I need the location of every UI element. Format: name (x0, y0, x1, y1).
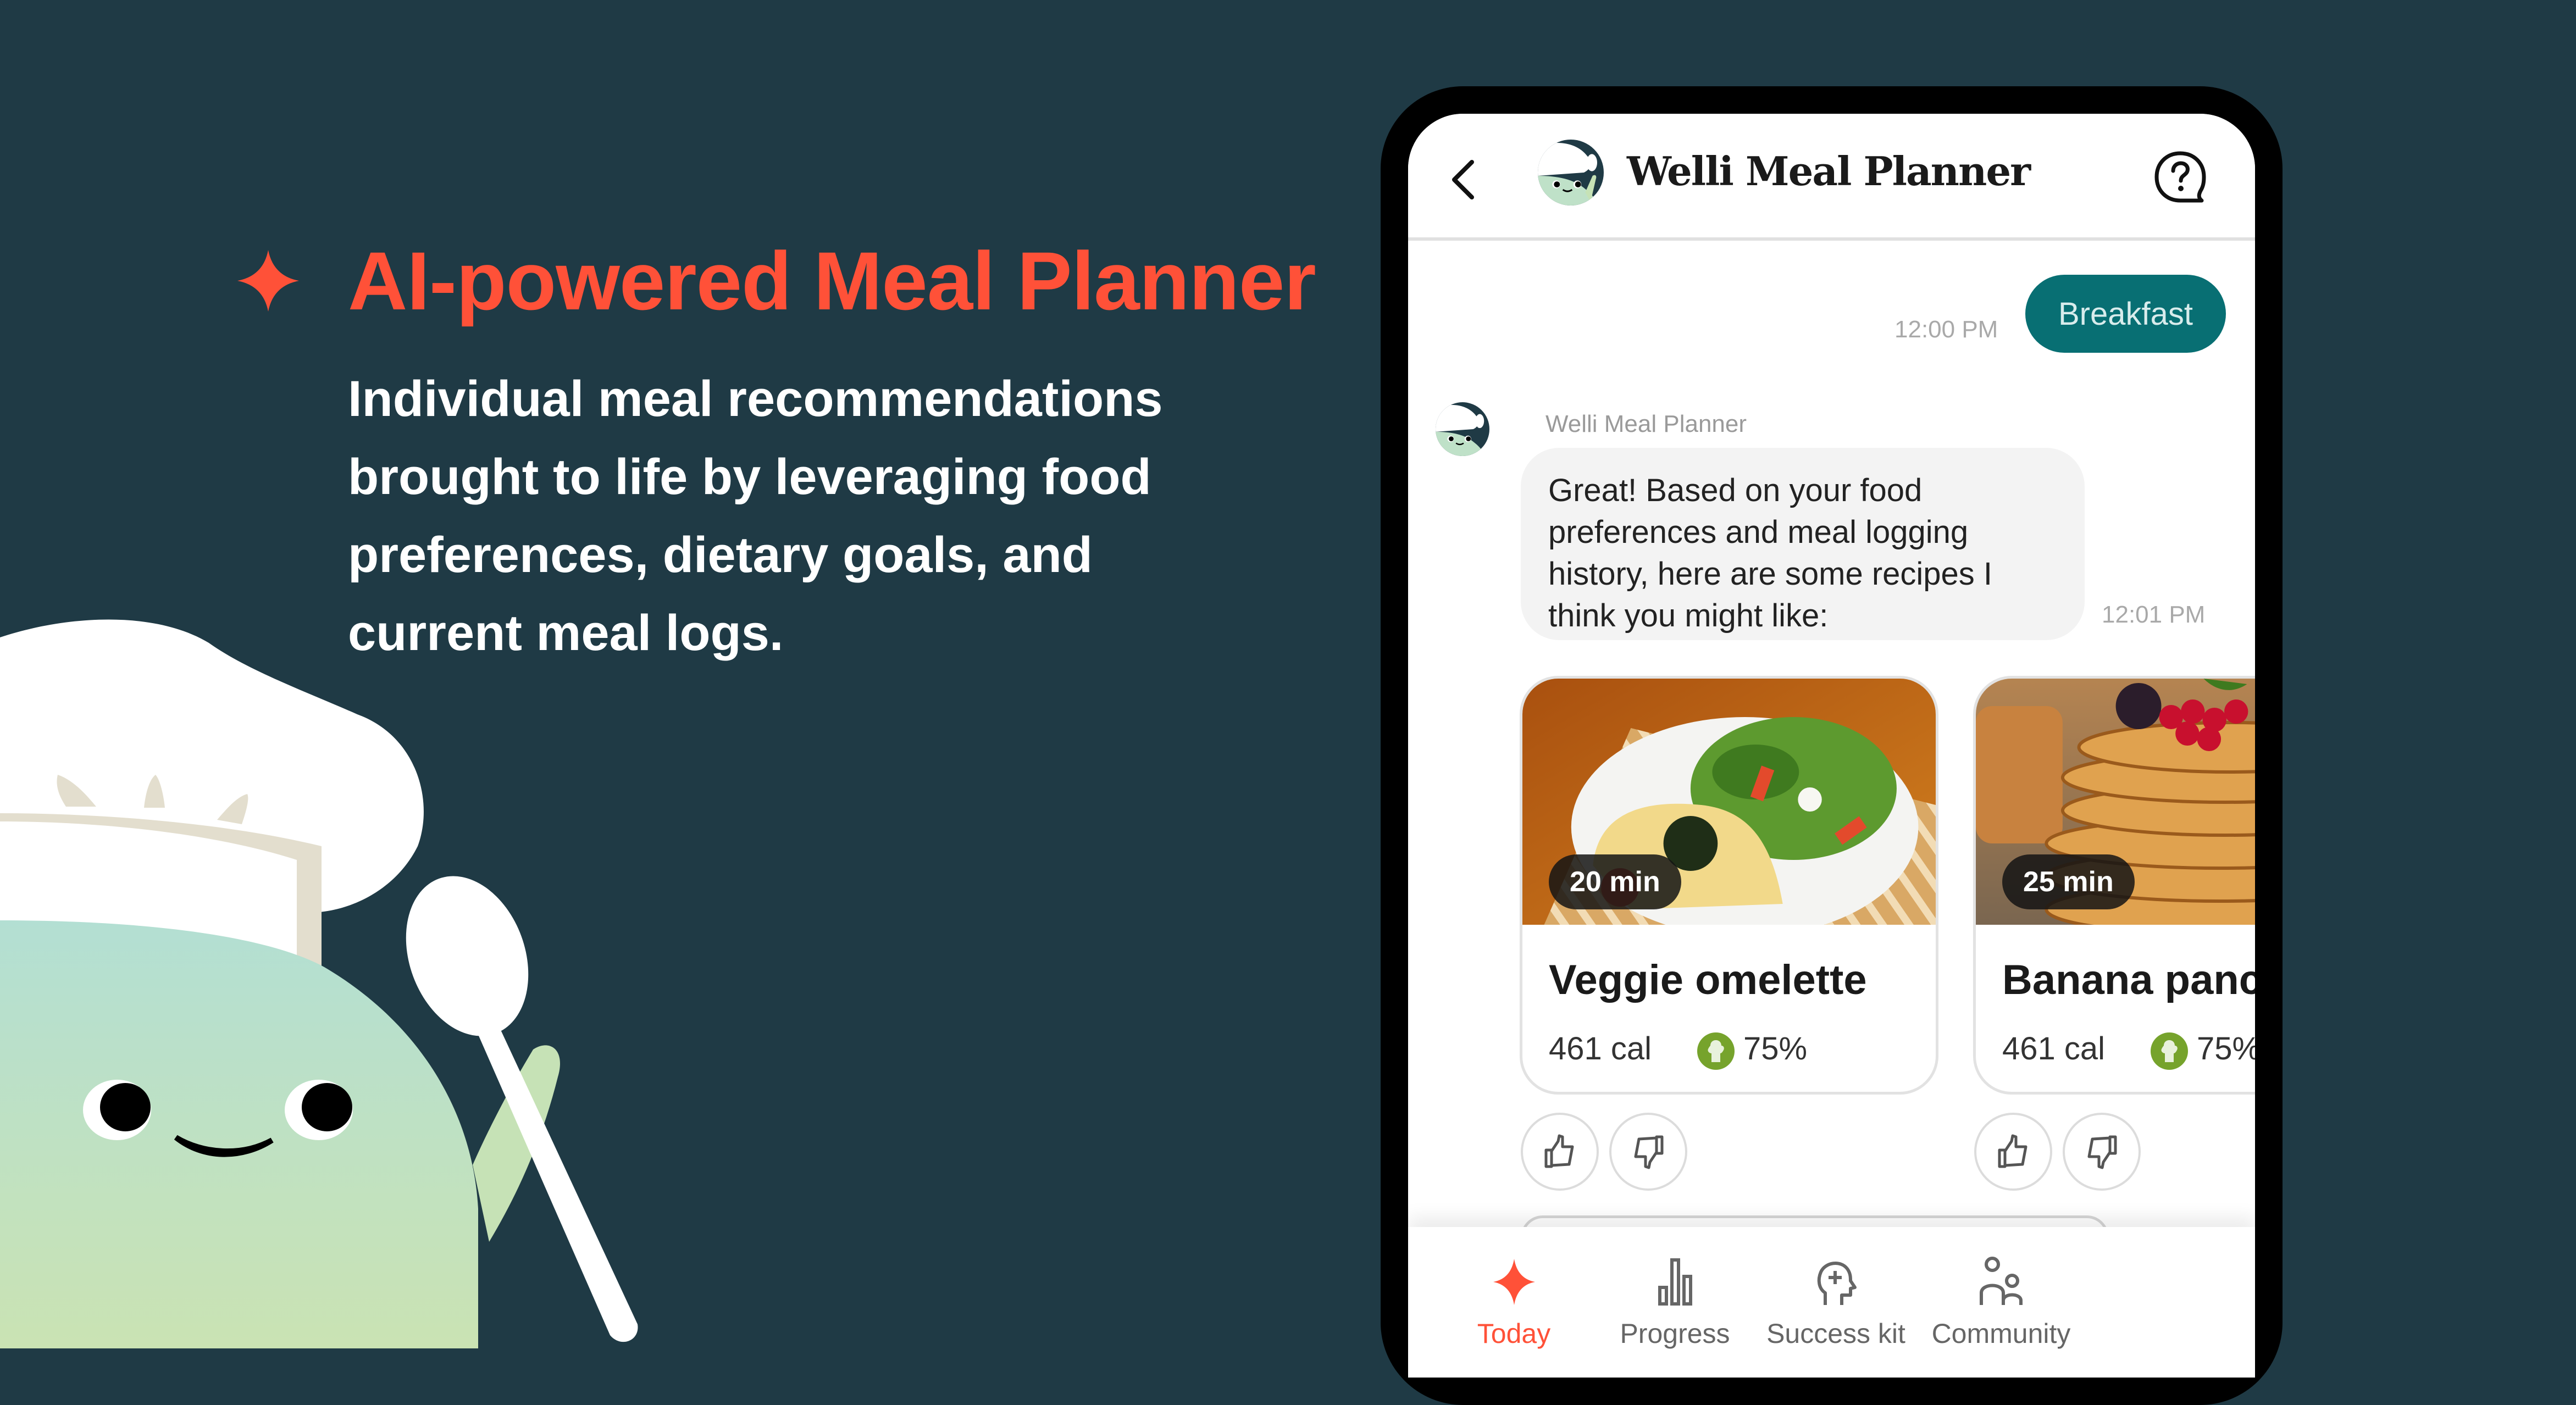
nutrition-score: 75% (2197, 1031, 2255, 1067)
nutrition-score-icon (2151, 1032, 2188, 1070)
thumbs-down-icon (2087, 1135, 2117, 1169)
back-button[interactable] (1444, 152, 1483, 207)
app-screen: Welli Meal Planner 12:00 PM Breakfast We… (1408, 114, 2255, 1378)
message-timestamp: 12:01 PM (2102, 601, 2206, 628)
nutrition-score-icon (1697, 1032, 1735, 1070)
nav-label: Community (1931, 1318, 2071, 1349)
recipe-title: Banana panc (2002, 957, 2255, 1003)
recipe-calories: 461 cal (2002, 1031, 2106, 1067)
thumbs-down-button[interactable] (1609, 1113, 1687, 1191)
headline: AI-powered Meal Planner (348, 235, 1316, 327)
bot-avatar (1436, 402, 1489, 456)
chef-mascot-illustration (0, 619, 638, 1348)
bar-chart-icon (1658, 1258, 1692, 1306)
bottom-nav: Today Progress Success kit Community (1408, 1227, 2255, 1378)
thumbs-up-button[interactable] (1521, 1113, 1599, 1191)
user-message-bubble[interactable]: Breakfast (2025, 275, 2226, 353)
nav-item-community[interactable]: Community (1891, 1227, 2111, 1378)
app-header: Welli Meal Planner (1408, 114, 2255, 241)
sparkle-icon (237, 250, 299, 312)
thumbs-up-icon (1544, 1134, 1574, 1168)
nutrition-score: 75% (1743, 1031, 1808, 1067)
duration-badge: 20 min (1549, 854, 1681, 909)
thumbs-down-button[interactable] (2063, 1113, 2141, 1191)
help-chat-icon[interactable] (2150, 147, 2211, 207)
bot-message-bubble: Great! Based on your food preferences an… (1521, 448, 2085, 640)
recipe-card[interactable]: 25 min Banana panc 461 cal 75% (1973, 676, 2255, 1095)
people-icon (1980, 1257, 2023, 1305)
duration-badge: 25 min (2002, 854, 2135, 909)
bot-sender-name: Welli Meal Planner (1545, 410, 1747, 437)
thumbs-up-button[interactable] (1974, 1113, 2052, 1191)
avatar (1538, 140, 1604, 206)
recipe-title: Veggie omelette (1549, 957, 1867, 1003)
recipe-calories: 461 cal (1549, 1031, 1652, 1067)
recipe-card[interactable]: 20 min Veggie omelette 461 cal 75% (1520, 676, 1938, 1095)
app-title: Welli Meal Planner (1627, 148, 2031, 195)
sparkle-icon (1493, 1259, 1535, 1305)
thumbs-up-icon (1998, 1134, 2027, 1168)
message-timestamp: 12:00 PM (1894, 316, 1998, 343)
thumbs-down-icon (1634, 1135, 1664, 1169)
head-plus-icon (1817, 1261, 1857, 1305)
